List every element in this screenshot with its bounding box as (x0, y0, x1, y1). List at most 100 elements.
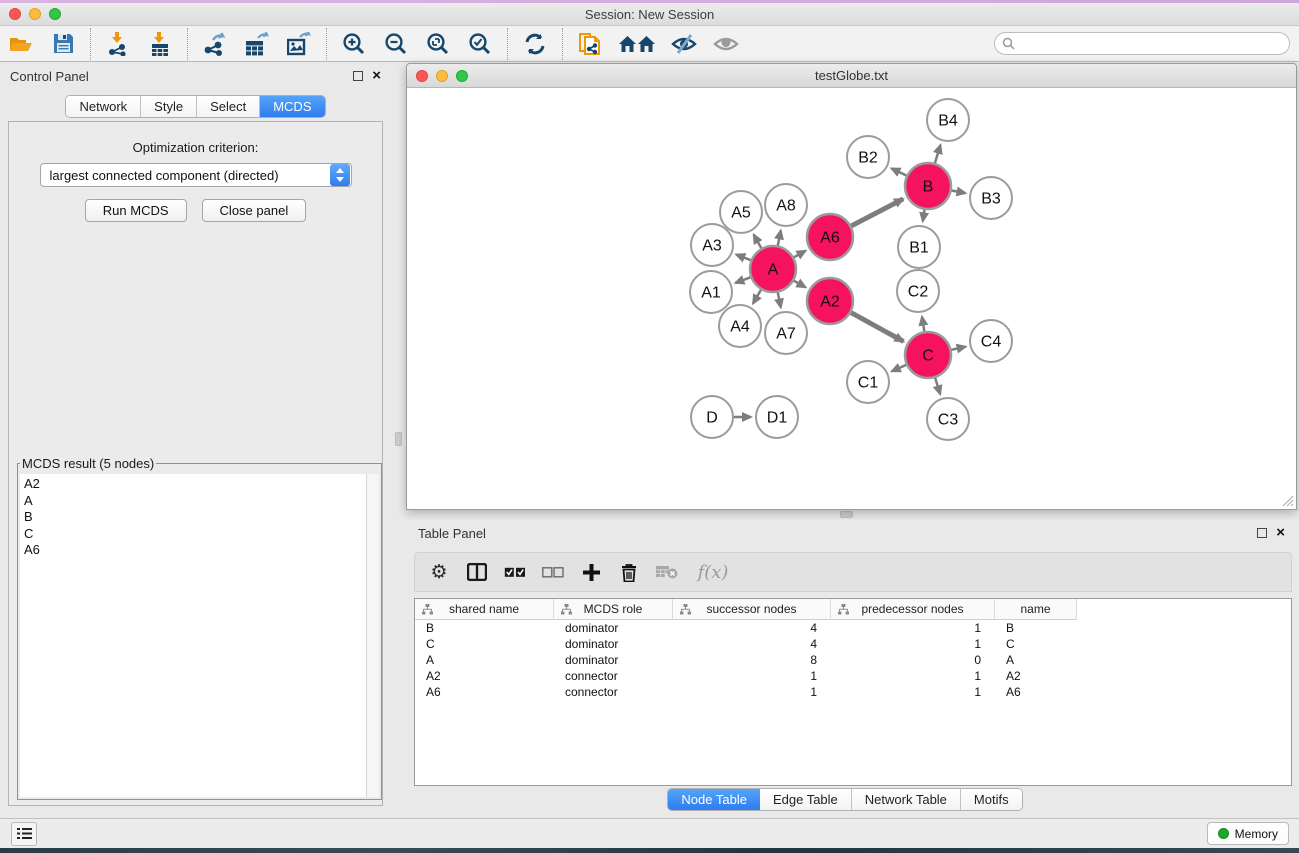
graph-edge-A6-B[interactable] (851, 199, 903, 226)
memory-button[interactable]: Memory (1207, 822, 1289, 845)
split-columns-icon[interactable] (465, 559, 489, 585)
horizontal-splitter-handle[interactable] (840, 511, 853, 518)
graph-node-B1[interactable]: B1 (898, 226, 940, 268)
mcds-result-item[interactable]: A (24, 493, 366, 510)
graph-edge-B-B1[interactable] (923, 210, 925, 222)
export-network-icon[interactable] (202, 30, 228, 58)
graph-edge-A-A3[interactable] (736, 255, 750, 261)
task-history-button[interactable] (11, 822, 37, 846)
tab-select[interactable]: Select (197, 96, 260, 117)
result-scrollbar[interactable] (366, 474, 379, 797)
close-panel-icon[interactable]: × (372, 71, 381, 81)
graph-node-C4[interactable]: C4 (970, 320, 1012, 362)
import-table-icon[interactable] (147, 30, 173, 58)
graph-node-C3[interactable]: C3 (927, 398, 969, 440)
new-session-from-network-icon[interactable] (577, 30, 603, 58)
import-network-icon[interactable] (105, 30, 131, 58)
graph-node-A1[interactable]: A1 (690, 271, 732, 313)
graph-edge-C-C2[interactable] (922, 317, 924, 332)
graph-node-A5[interactable]: A5 (720, 191, 762, 233)
criterion-dropdown[interactable]: largest connected component (directed) (40, 163, 352, 187)
graph-node-B4[interactable]: B4 (927, 99, 969, 141)
table-row[interactable]: A2connector11A2 (415, 668, 1291, 684)
zoom-out-icon[interactable] (383, 30, 409, 58)
network-canvas[interactable]: B4B2BB3A8A5A6A3B1AA1C2A2A4A7C4CC1C3DD1 (407, 88, 1296, 509)
graph-edge-A-A7[interactable] (778, 293, 781, 308)
graph-edge-C-C1[interactable] (892, 365, 906, 371)
graph-node-B2[interactable]: B2 (847, 136, 889, 178)
save-session-icon[interactable] (50, 30, 76, 58)
close-table-panel-icon[interactable]: × (1276, 528, 1285, 538)
graph-node-C2[interactable]: C2 (897, 270, 939, 312)
graph-edge-A-A2[interactable] (794, 281, 806, 288)
show-eye-icon[interactable] (713, 30, 739, 58)
graph-node-B3[interactable]: B3 (970, 177, 1012, 219)
tab-edge-table[interactable]: Edge Table (760, 789, 852, 810)
tab-network[interactable]: Network (66, 96, 141, 117)
table-row[interactable]: Cdominator41C (415, 636, 1291, 652)
column-header-MCDS-role[interactable]: MCDS role (554, 599, 673, 620)
table-row[interactable]: Bdominator41B (415, 620, 1291, 636)
search-input[interactable] (1019, 37, 1289, 51)
graph-edge-A-A1[interactable] (735, 277, 750, 283)
graph-node-C1[interactable]: C1 (847, 361, 889, 403)
graph-node-D1[interactable]: D1 (756, 396, 798, 438)
graph-edge-B-B4[interactable] (935, 145, 940, 163)
open-file-icon[interactable] (8, 30, 34, 58)
graph-edge-C-C3[interactable] (935, 378, 940, 394)
graph-node-A7[interactable]: A7 (765, 312, 807, 354)
zoom-in-icon[interactable] (341, 30, 367, 58)
mcds-result-item[interactable]: B (24, 509, 366, 526)
graph-node-A3[interactable]: A3 (691, 224, 733, 266)
network-window-titlebar[interactable]: testGlobe.txt (407, 64, 1296, 88)
close-panel-button[interactable]: Close panel (202, 199, 307, 222)
tab-node-table[interactable]: Node Table (668, 789, 760, 810)
float-panel-icon[interactable] (353, 71, 363, 81)
graph-edge-A-A4[interactable] (753, 290, 761, 304)
tab-mcds[interactable]: MCDS (260, 96, 324, 117)
hide-eye-icon[interactable] (671, 30, 697, 58)
graph-node-A4[interactable]: A4 (719, 305, 761, 347)
deselect-all-icon[interactable] (541, 559, 565, 585)
mcds-result-item[interactable]: A6 (24, 542, 366, 559)
float-table-panel-icon[interactable] (1257, 528, 1267, 538)
graph-edge-B-B2[interactable] (891, 168, 906, 175)
graph-edge-A-A8[interactable] (778, 230, 781, 245)
export-image-icon[interactable] (286, 30, 312, 58)
graph-node-A6[interactable]: A6 (807, 214, 853, 260)
column-header-shared-name[interactable]: shared name (415, 599, 554, 620)
refresh-icon[interactable] (522, 30, 548, 58)
column-header-name[interactable]: name (995, 599, 1077, 620)
zoom-fit-icon[interactable] (425, 30, 451, 58)
export-table-icon[interactable] (244, 30, 270, 58)
add-column-icon[interactable] (579, 559, 603, 585)
tab-style[interactable]: Style (141, 96, 197, 117)
graph-edge-B-B3[interactable] (952, 190, 966, 193)
delete-table-icon[interactable] (655, 559, 679, 585)
graph-node-A2[interactable]: A2 (807, 278, 853, 324)
graph-edge-A-A5[interactable] (754, 235, 762, 248)
select-all-icon[interactable] (503, 559, 527, 585)
column-header-successor-nodes[interactable]: successor nodes (673, 599, 831, 620)
graph-edge-C-C4[interactable] (951, 347, 965, 350)
table-row[interactable]: A6connector11A6 (415, 684, 1291, 700)
table-row[interactable]: Adominator80A (415, 652, 1291, 668)
graph-node-A8[interactable]: A8 (765, 184, 807, 226)
function-builder-icon[interactable]: f(x) (693, 559, 733, 585)
home-icon[interactable] (619, 30, 655, 58)
graph-edge-A2-C[interactable] (851, 313, 903, 342)
mcds-result-item[interactable]: A2 (24, 476, 366, 493)
run-mcds-button[interactable]: Run MCDS (85, 199, 187, 222)
mcds-result-item[interactable]: C (24, 526, 366, 543)
graph-node-C[interactable]: C (905, 332, 951, 378)
delete-column-icon[interactable] (617, 559, 641, 585)
tab-motifs[interactable]: Motifs (961, 789, 1022, 810)
graph-edge-A-A6[interactable] (794, 251, 806, 258)
graph-node-B[interactable]: B (905, 163, 951, 209)
resize-grip-icon[interactable] (1281, 494, 1294, 507)
graph-node-D[interactable]: D (691, 396, 733, 438)
search-field[interactable] (994, 32, 1290, 55)
tab-network-table[interactable]: Network Table (852, 789, 961, 810)
vertical-splitter-handle[interactable] (395, 432, 402, 446)
zoom-selected-icon[interactable] (467, 30, 493, 58)
